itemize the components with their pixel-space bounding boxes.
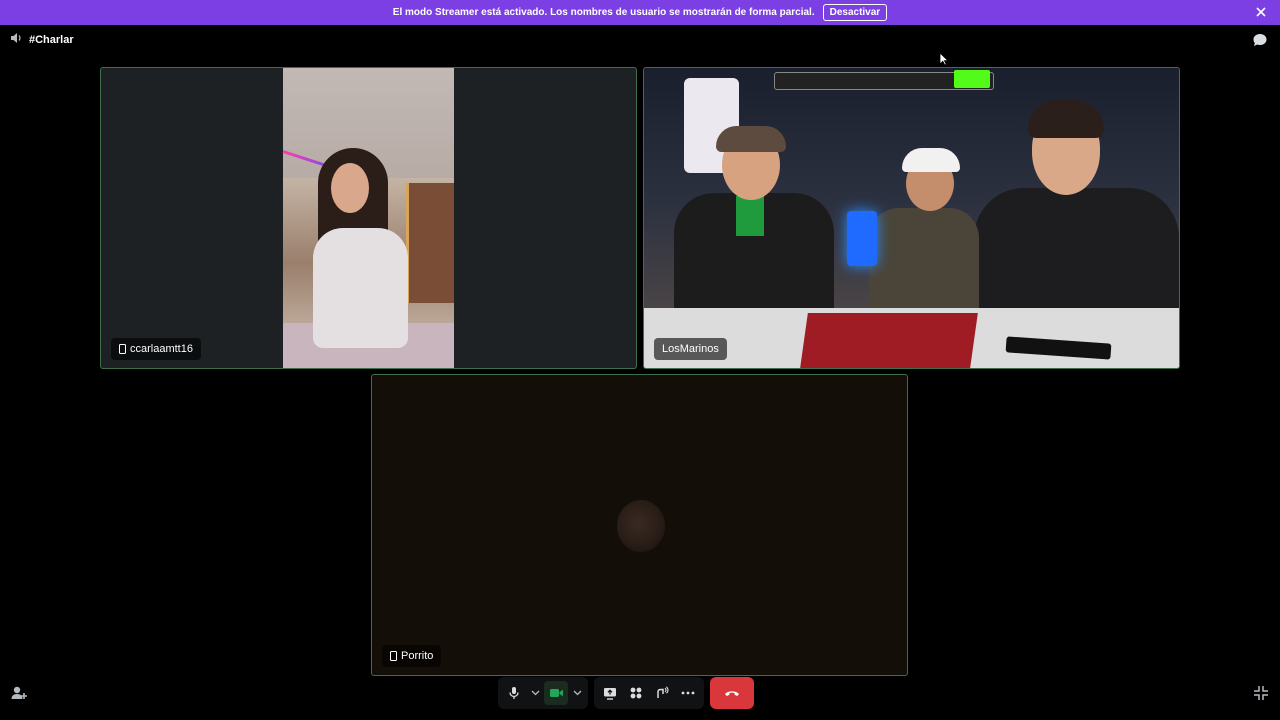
video-tile-participant-3[interactable]: Porrito <box>371 374 908 676</box>
participant-name: Porrito <box>401 650 434 662</box>
deactivate-button[interactable]: Desactivar <box>822 4 888 21</box>
participant-name-tag: Porrito <box>382 645 442 667</box>
video-mousepad <box>800 313 978 368</box>
video-person-3-hair <box>1028 100 1104 138</box>
video-person-body <box>313 228 408 348</box>
add-user-icon[interactable] <box>10 684 28 702</box>
activity-group <box>594 677 704 709</box>
channel-name: #Charlar <box>29 33 74 46</box>
screen-share-icon[interactable] <box>598 681 622 705</box>
more-icon[interactable] <box>676 681 700 705</box>
video-person-face <box>331 163 369 213</box>
participant-video <box>282 68 454 368</box>
camera-icon[interactable] <box>544 681 568 705</box>
participant-name-tag: ccarlaamtt16 <box>111 338 201 360</box>
streamer-mode-banner: El modo Streamer está activado. Los nomb… <box>0 0 1280 25</box>
participant-video <box>617 500 665 552</box>
video-shelf <box>406 183 454 303</box>
video-tile-participant-2[interactable]: LosMarinos <box>643 67 1180 369</box>
participant-name: ccarlaamtt16 <box>130 343 193 355</box>
call-controls <box>498 677 754 709</box>
mic-camera-group <box>498 677 588 709</box>
chat-bubble-icon[interactable] <box>1252 32 1268 48</box>
video-tile-participant-1[interactable]: ccarlaamtt16 <box>100 67 637 369</box>
microphone-icon[interactable] <box>502 681 526 705</box>
camera-options-chevron-down-icon[interactable] <box>570 681 584 705</box>
close-icon[interactable] <box>1254 5 1268 19</box>
video-person-2-body <box>869 208 979 318</box>
channel-title: #Charlar <box>10 32 74 47</box>
banner-message: El modo Streamer está activado. Los nomb… <box>392 7 815 18</box>
hang-up-icon[interactable] <box>710 677 754 709</box>
activities-icon[interactable] <box>624 681 648 705</box>
participant-name-tag: LosMarinos <box>654 338 727 360</box>
video-kick-logo <box>954 70 990 88</box>
video-person-2-cap <box>902 148 960 172</box>
participant-video <box>644 68 1179 368</box>
minimize-icon[interactable] <box>1252 684 1270 702</box>
soundboard-icon[interactable] <box>650 681 674 705</box>
video-person-1-shirt <box>736 196 764 236</box>
video-person-1-cap <box>716 126 786 152</box>
phone-icon <box>119 344 126 354</box>
mic-options-chevron-down-icon[interactable] <box>528 681 542 705</box>
phone-icon <box>390 651 397 661</box>
speaker-icon <box>10 32 23 47</box>
mouse-cursor-icon <box>939 52 949 66</box>
participant-name: LosMarinos <box>662 343 719 355</box>
video-microphone <box>847 211 877 266</box>
video-person-3-body <box>974 188 1179 328</box>
call-header: #Charlar <box>0 28 1280 52</box>
